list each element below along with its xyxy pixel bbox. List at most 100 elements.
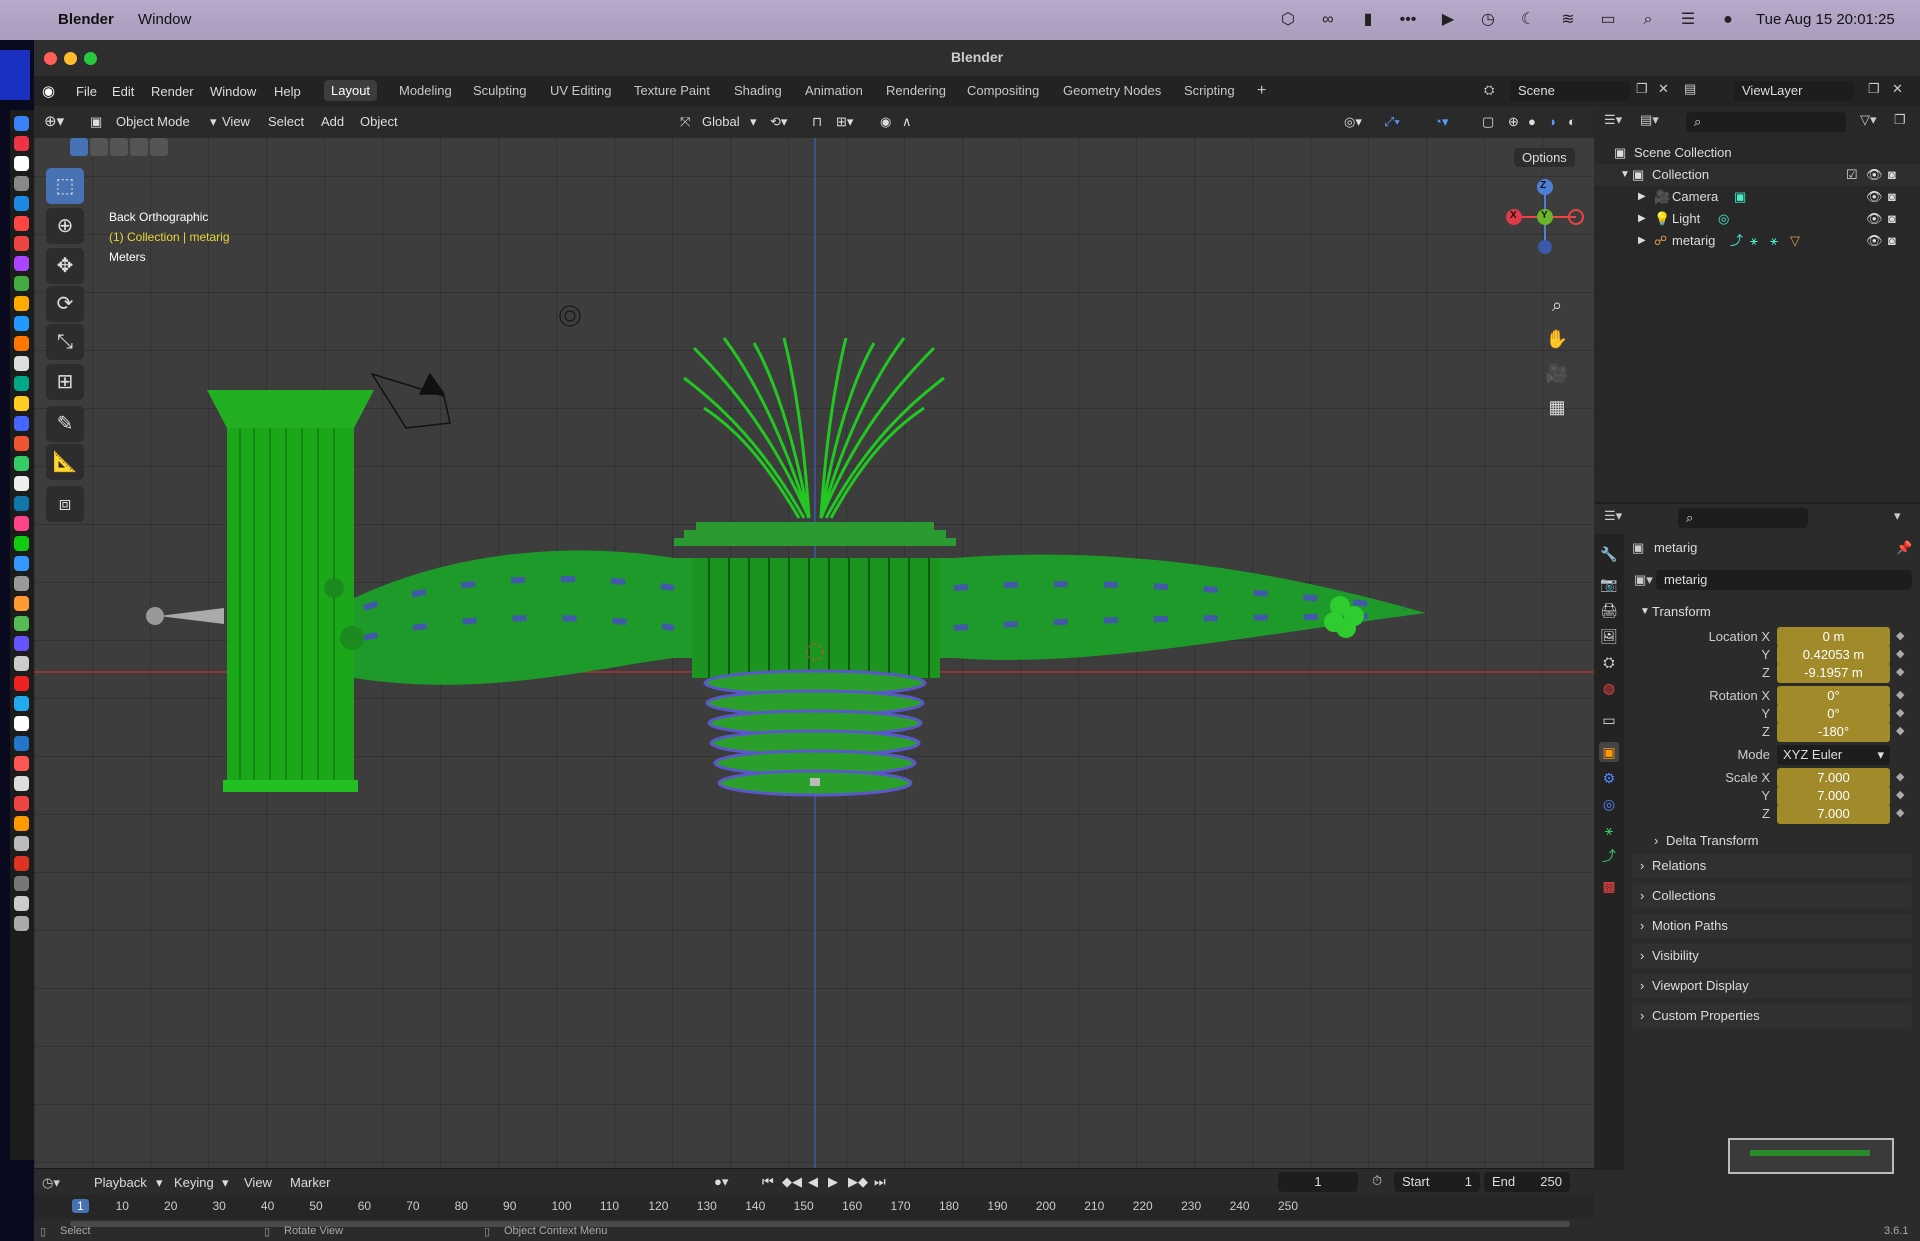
viewport-display-panel[interactable]: › Viewport Display — [1632, 974, 1912, 998]
menu-file[interactable]: File — [76, 84, 97, 99]
current-frame-field[interactable]: 1 — [1278, 1172, 1358, 1192]
keyframe-icon[interactable]: ◆ — [1896, 722, 1904, 740]
new-viewlayer-icon[interactable]: ❐ — [1868, 81, 1880, 97]
tab-geometry-nodes[interactable]: Geometry Nodes — [1056, 80, 1168, 101]
constraint-tab-icon[interactable]: ⚹ — [1599, 820, 1619, 840]
location-x-field[interactable]: 0 m — [1777, 627, 1890, 647]
add-workspace-icon[interactable]: + — [1250, 80, 1273, 101]
delete-viewlayer-icon[interactable]: ✕ — [1892, 81, 1903, 97]
menu-view[interactable]: View — [222, 112, 250, 132]
dock-app-icon[interactable] — [14, 516, 29, 531]
pan-hand-icon[interactable]: ✋ — [1542, 324, 1572, 354]
mac-app-name[interactable]: Blender — [58, 11, 114, 28]
play-circle-icon[interactable]: ▶ — [1438, 10, 1458, 30]
scene-icon[interactable]: ⛭ — [1484, 82, 1494, 98]
zoom-icon[interactable]: ⌕ — [1542, 290, 1572, 320]
texture-tab-icon[interactable]: ▩ — [1599, 876, 1619, 896]
dock-app-icon[interactable] — [14, 396, 29, 411]
dock-app-icon[interactable] — [14, 616, 29, 631]
rotation-z-field[interactable]: -180° — [1777, 722, 1890, 742]
custom-properties-panel[interactable]: › Custom Properties — [1632, 1004, 1912, 1028]
eye-icon[interactable]: 👁 — [1866, 186, 1883, 208]
more-icon[interactable]: ••• — [1398, 10, 1418, 30]
dock-app-icon[interactable] — [14, 856, 29, 871]
spotlight-search-icon[interactable]: ⌕ — [1638, 10, 1658, 30]
dock-app-icon[interactable] — [14, 416, 29, 431]
wifi-icon[interactable]: ≋ — [1558, 10, 1578, 30]
viewlayer-icon[interactable]: ▤ — [1684, 81, 1696, 97]
battery-icon[interactable]: ▭ — [1598, 10, 1618, 30]
modifier-tab-icon[interactable]: ⚙ — [1599, 768, 1619, 788]
dock-app-icon[interactable] — [14, 256, 29, 271]
dock-app-icon[interactable] — [14, 176, 29, 191]
keyframe-icon[interactable]: ◆ — [1896, 627, 1904, 645]
location-z-field[interactable]: -9.1957 m — [1777, 663, 1890, 683]
keyframe-icon[interactable]: ◆ — [1896, 663, 1904, 681]
display-mode-icon[interactable]: ▤▾ — [1640, 112, 1659, 128]
blender-logo-icon[interactable]: ◉ — [42, 82, 55, 100]
dock-app-icon[interactable] — [14, 356, 29, 371]
physics-tab-icon[interactable]: ◎ — [1599, 794, 1619, 814]
outliner-row-light[interactable]: ▶ 💡 Light ◎ 👁 ◙ — [1594, 208, 1920, 230]
editor-type-icon[interactable]: ⊕▾ — [44, 112, 64, 132]
play-reverse-icon[interactable]: ◀ — [808, 1174, 818, 1190]
keyframe-icon[interactable]: ◆ — [1896, 645, 1904, 663]
properties-search[interactable]: ⌕ — [1678, 508, 1808, 528]
end-frame-field[interactable]: End 250 — [1484, 1172, 1570, 1192]
relations-panel[interactable]: › Relations — [1632, 854, 1912, 878]
object-mode-dropdown[interactable]: Object Mode — [116, 112, 190, 132]
motion-paths-panel[interactable]: › Motion Paths — [1632, 914, 1912, 938]
chevron-down-icon[interactable]: ▼ — [1620, 164, 1630, 186]
dock-app-icon[interactable] — [14, 656, 29, 671]
orientation-dropdown[interactable]: Global — [702, 112, 740, 132]
collections-panel[interactable]: › Collections — [1632, 884, 1912, 908]
new-scene-icon[interactable]: ❐ — [1636, 81, 1648, 97]
menu-select[interactable]: Select — [268, 112, 304, 132]
window-thumbnail[interactable] — [1728, 1138, 1894, 1174]
menu-help[interactable]: Help — [274, 84, 301, 99]
tab-modeling[interactable]: Modeling — [392, 80, 459, 101]
visibility-panel[interactable]: › Visibility — [1632, 944, 1912, 968]
scene-tab-icon[interactable]: ⛭ — [1599, 652, 1619, 672]
dock-app-icon[interactable] — [14, 816, 29, 831]
scene-field[interactable]: Scene — [1510, 81, 1630, 101]
frame-ruler[interactable]: 1 10 20 30 40 50 60 70 80 90 100 110 120 130 140 150 160… — [34, 1195, 1594, 1219]
dock-app-icon[interactable] — [14, 776, 29, 791]
checkbox-icon[interactable]: ☑ — [1846, 164, 1858, 186]
menu-marker[interactable]: Marker — [290, 1175, 330, 1190]
eye-icon[interactable]: 👁 — [1866, 230, 1883, 252]
cube-icon[interactable]: ⬡ — [1278, 10, 1298, 30]
material-shading-icon[interactable]: ◑ — [1548, 112, 1556, 132]
tab-scripting[interactable]: Scripting — [1177, 80, 1242, 101]
chevron-down-icon[interactable]: ▾ — [1894, 508, 1901, 524]
transform-panel-header[interactable]: ▼ Transform — [1632, 600, 1912, 624]
dock-app-icon[interactable] — [14, 136, 29, 151]
collection-tab-icon[interactable]: ▭ — [1599, 710, 1619, 730]
outliner-row-scene-collection[interactable]: ▣ Scene Collection — [1594, 142, 1920, 164]
menu-object[interactable]: Object — [360, 112, 398, 132]
eye-icon[interactable]: 👁 — [1866, 208, 1883, 230]
dock-app-icon[interactable] — [14, 896, 29, 911]
dock-app-icon[interactable] — [14, 276, 29, 291]
mac-window-menu[interactable]: Window — [138, 11, 191, 28]
delete-scene-icon[interactable]: ✕ — [1658, 81, 1669, 97]
dock-app-icon[interactable] — [14, 636, 29, 651]
siri-icon[interactable]: ● — [1718, 10, 1738, 30]
dock-app-icon[interactable] — [14, 696, 29, 711]
world-tab-icon[interactable]: ◍ — [1599, 678, 1619, 698]
dock-app-icon[interactable] — [14, 316, 29, 331]
proportional-edit-icon[interactable]: ◉ — [880, 112, 891, 132]
render-camera-icon[interactable]: ◙ — [1888, 230, 1896, 252]
dock-app-icon[interactable] — [14, 376, 29, 391]
tab-animation[interactable]: Animation — [798, 80, 870, 101]
ortho-grid-icon[interactable]: ▦ — [1542, 392, 1572, 422]
dock-app-icon[interactable] — [14, 496, 29, 511]
rendered-shading-icon[interactable]: ◐ — [1568, 112, 1576, 132]
rotation-y-field[interactable]: 0° — [1777, 704, 1890, 724]
creative-cloud-icon[interactable]: ∞ — [1318, 10, 1338, 30]
tab-compositing[interactable]: Compositing — [960, 80, 1046, 101]
record-icon[interactable]: ●▾ — [714, 1174, 728, 1190]
location-y-field[interactable]: 0.42053 m — [1777, 645, 1890, 665]
dock-app-icon[interactable] — [14, 756, 29, 771]
tab-sculpting[interactable]: Sculpting — [466, 80, 533, 101]
